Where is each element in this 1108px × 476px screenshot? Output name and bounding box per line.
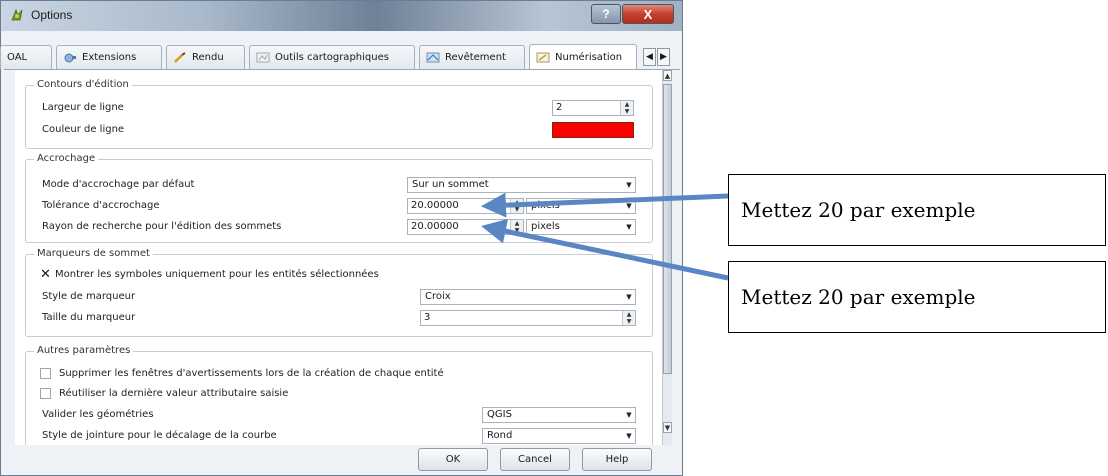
search-radius-spinbox[interactable]: 20.00000 ▲ ▼	[407, 219, 524, 235]
validate-geometry-select[interactable]: QGIS ▼	[482, 407, 636, 423]
overlay-icon	[426, 52, 440, 63]
snap-tolerance-unit: pixels	[531, 200, 560, 211]
line-width-value: 2	[556, 102, 563, 113]
title-bar[interactable]: Options ? X	[1, 1, 682, 31]
group-accrochage: Accrochage Mode d'accrochage par défaut …	[25, 153, 653, 243]
scroll-up-icon[interactable]: ▲	[663, 70, 672, 81]
options-dialog: Options ? X OAL Extensions Rendu Outils …	[0, 0, 683, 476]
offset-join-style-select[interactable]: Rond ▼	[482, 428, 636, 444]
tab-outils-cartographiques[interactable]: Outils cartographiques	[249, 45, 415, 69]
marker-size-label: Taille du marqueur	[42, 312, 136, 323]
group-autres-parametres: Autres paramètres Supprimer les fenêtres…	[25, 345, 653, 445]
qgis-logo-icon	[11, 8, 23, 21]
marker-size-spinbox[interactable]: 3 ▲ ▼	[420, 310, 636, 326]
cancel-button[interactable]: Cancel	[500, 448, 570, 471]
window-title: Options	[31, 8, 73, 22]
marker-style-label: Style de marqueur	[42, 291, 136, 302]
suppress-popup-label: Supprimer les fenêtres d'avertissements …	[59, 368, 444, 379]
title-help-button[interactable]: ?	[591, 4, 621, 24]
tab-scroll-left-button[interactable]: ◀	[643, 48, 656, 66]
tab-label: Extensions	[82, 52, 137, 63]
tab-label: OAL	[7, 52, 28, 63]
ok-button[interactable]: OK	[418, 448, 488, 471]
marker-size-value: 3	[424, 312, 431, 323]
snap-tolerance-spinbox[interactable]: 20.00000 ▲ ▼	[407, 198, 524, 214]
suppress-popup-checkbox[interactable]	[40, 368, 51, 379]
group-title: Contours d'édition	[34, 79, 132, 90]
tab-rendu[interactable]: Rendu	[166, 45, 245, 69]
tab-oal[interactable]: OAL	[0, 45, 52, 69]
spin-arrows-icon[interactable]: ▲ ▼	[620, 101, 633, 115]
tab-extensions[interactable]: Extensions	[56, 45, 162, 69]
spin-arrows-icon[interactable]: ▲ ▼	[510, 199, 523, 213]
tab-scroll-right-button[interactable]: ▶	[657, 48, 670, 66]
callout-text: Mettez 20 par exemple	[741, 198, 976, 222]
snap-mode-value: Sur un sommet	[412, 179, 489, 190]
title-close-button[interactable]: X	[622, 4, 674, 24]
digitizing-icon	[536, 52, 550, 62]
tab-label: Rendu	[192, 52, 224, 63]
brush-icon	[174, 52, 186, 63]
chevron-down-icon: ▼	[626, 223, 632, 231]
plugin-icon	[64, 53, 76, 63]
chevron-down-icon: ▼	[626, 411, 632, 419]
numerisation-panel: Contours d'édition Largeur de ligne 2 ▲ ▼…	[15, 70, 662, 445]
reuse-last-value-label: Réutiliser la dernière valeur attributai…	[59, 388, 289, 399]
tab-bar: OAL Extensions Rendu Outils cartographiq…	[0, 44, 680, 70]
snap-mode-label: Mode d'accrochage par défaut	[42, 179, 195, 190]
line-width-label: Largeur de ligne	[42, 102, 124, 113]
content-scrollbar[interactable]: ▲ ▼	[662, 70, 672, 445]
reuse-last-value-checkbox[interactable]	[40, 388, 51, 399]
scrollbar-thumb[interactable]	[663, 84, 672, 374]
spin-arrows-icon[interactable]: ▲ ▼	[622, 311, 635, 325]
snap-tolerance-unit-select[interactable]: pixels ▼	[526, 198, 636, 214]
spin-arrows-icon[interactable]: ▲ ▼	[510, 220, 523, 234]
chevron-down-icon: ▼	[626, 293, 632, 301]
offset-join-style-label: Style de jointure pour le décalage de la…	[42, 430, 277, 441]
group-title: Marqueurs de sommet	[34, 248, 153, 259]
snap-mode-select[interactable]: Sur un sommet ▼	[407, 177, 636, 193]
line-color-button[interactable]	[552, 122, 634, 138]
tab-numerisation[interactable]: Numérisation	[529, 44, 637, 69]
group-title: Autres paramètres	[34, 345, 134, 356]
snap-tolerance-value: 20.00000	[411, 200, 459, 211]
scroll-down-icon[interactable]: ▼	[663, 422, 672, 433]
callout-tolerance: Mettez 20 par exemple	[728, 174, 1106, 246]
tab-label: Numérisation	[555, 51, 623, 63]
line-color-label: Couleur de ligne	[42, 124, 125, 135]
tab-revetement[interactable]: Revêtement	[419, 45, 525, 69]
validate-geometry-value: QGIS	[487, 409, 512, 420]
map-tools-icon	[256, 52, 270, 63]
callout-search-radius: Mettez 20 par exemple	[728, 261, 1106, 333]
marker-style-value: Croix	[425, 291, 451, 302]
chevron-down-icon: ▼	[626, 202, 632, 210]
show-selected-label: Montrer les symboles uniquement pour les…	[55, 269, 379, 280]
show-selected-checkbox[interactable]: ✕	[40, 268, 51, 281]
line-width-spinbox[interactable]: 2 ▲ ▼	[552, 100, 634, 116]
group-marqueurs-sommet: Marqueurs de sommet ✕ Montrer les symbol…	[25, 248, 653, 337]
offset-join-style-value: Rond	[487, 430, 513, 441]
callout-text: Mettez 20 par exemple	[741, 285, 976, 309]
search-radius-unit: pixels	[531, 221, 560, 232]
chevron-down-icon: ▼	[626, 181, 632, 189]
search-radius-unit-select[interactable]: pixels ▼	[526, 219, 636, 235]
tab-label: Revêtement	[445, 52, 506, 63]
group-contours-edition: Contours d'édition Largeur de ligne 2 ▲ ▼…	[25, 79, 653, 149]
tab-label: Outils cartographiques	[275, 52, 389, 63]
group-title: Accrochage	[34, 153, 99, 164]
snap-tolerance-label: Tolérance d'accrochage	[42, 200, 160, 211]
help-button[interactable]: Help	[582, 448, 652, 471]
chevron-down-icon: ▼	[626, 432, 632, 440]
search-radius-value: 20.00000	[411, 221, 459, 232]
validate-geometry-label: Valider les géométries	[42, 409, 154, 420]
search-radius-label: Rayon de recherche pour l'édition des so…	[42, 221, 282, 232]
marker-style-select[interactable]: Croix ▼	[420, 289, 636, 305]
